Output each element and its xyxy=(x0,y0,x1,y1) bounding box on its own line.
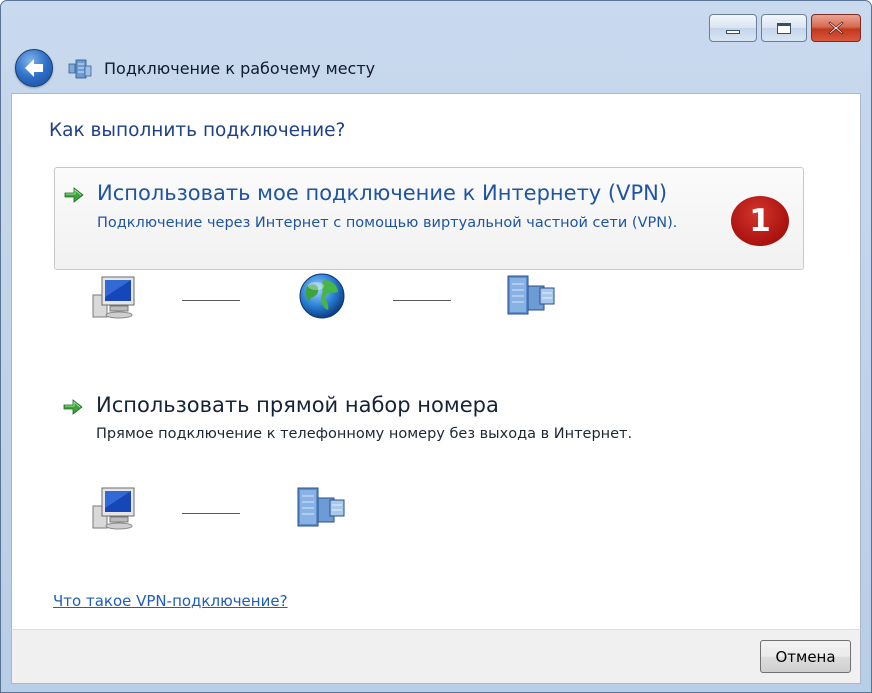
server-icon xyxy=(297,487,345,527)
connector-line xyxy=(182,513,240,514)
dialog-footer: Отмена xyxy=(11,629,861,684)
connector-line xyxy=(393,300,451,301)
title-bar: Подключение к рабочему месту xyxy=(1,1,871,93)
option-vpn[interactable]: Использовать мое подключение к Интернету… xyxy=(54,167,804,270)
page-heading: Как выполнить подключение? xyxy=(49,120,346,141)
option-dialup-title: Использовать прямой набор номера xyxy=(96,393,499,417)
server-icon xyxy=(507,275,555,315)
vpn-help-link[interactable]: Что такое VPN-подключение? xyxy=(53,592,288,610)
computer-icon xyxy=(92,276,135,319)
maximize-icon xyxy=(777,22,791,34)
main-content: Как выполнить подключение? Использовать … xyxy=(11,93,861,629)
connector-line xyxy=(182,300,240,301)
close-icon xyxy=(828,21,844,35)
option-vpn-title: Использовать мое подключение к Интернету… xyxy=(97,181,668,205)
green-arrow-icon xyxy=(63,399,83,415)
option-dialup[interactable]: Использовать прямой набор номера Прямое … xyxy=(54,382,804,462)
close-button[interactable] xyxy=(811,14,861,42)
computer-icon xyxy=(92,487,135,530)
option-dialup-description: Прямое подключение к телефонному номеру … xyxy=(96,426,633,442)
minimize-button[interactable] xyxy=(709,14,757,42)
globe-icon xyxy=(299,273,345,319)
maximize-button[interactable] xyxy=(761,14,807,42)
green-arrow-icon xyxy=(64,187,84,203)
step-badge: 1 xyxy=(731,196,789,246)
option-vpn-description: Подключение через Интернет с помощью вир… xyxy=(97,215,678,231)
minimize-icon xyxy=(726,30,740,34)
back-button[interactable] xyxy=(15,49,53,87)
workplace-network-icon xyxy=(68,59,92,79)
cancel-button[interactable]: Отмена xyxy=(760,640,851,673)
window-title: Подключение к рабочему месту xyxy=(104,59,376,78)
dialog-window: Подключение к рабочему месту Как выполни… xyxy=(0,0,872,693)
back-arrow-icon xyxy=(25,59,43,77)
